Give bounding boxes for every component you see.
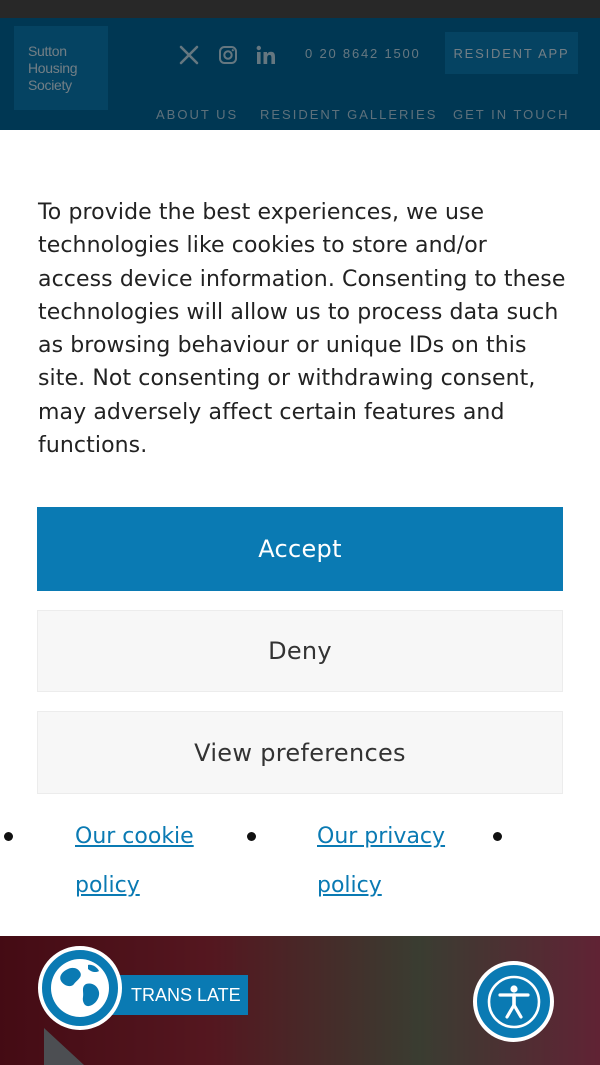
deny-button[interactable]: Deny: [37, 610, 563, 692]
accessibility-icon[interactable]: [473, 961, 554, 1042]
accept-button[interactable]: Accept: [37, 507, 563, 591]
cookie-consent-dialog: To provide the best experiences, we use …: [0, 130, 600, 936]
globe-icon[interactable]: [38, 946, 122, 1030]
list-bullet: [247, 832, 256, 841]
list-bullet: [4, 832, 13, 841]
list-bullet: [493, 832, 502, 841]
cookie-policy-link[interactable]: Our cookie policy: [75, 812, 235, 910]
view-preferences-button[interactable]: View preferences: [37, 711, 563, 794]
privacy-policy-link[interactable]: Our privacy policy: [317, 812, 477, 910]
consent-text: To provide the best experiences, we use …: [38, 200, 566, 459]
